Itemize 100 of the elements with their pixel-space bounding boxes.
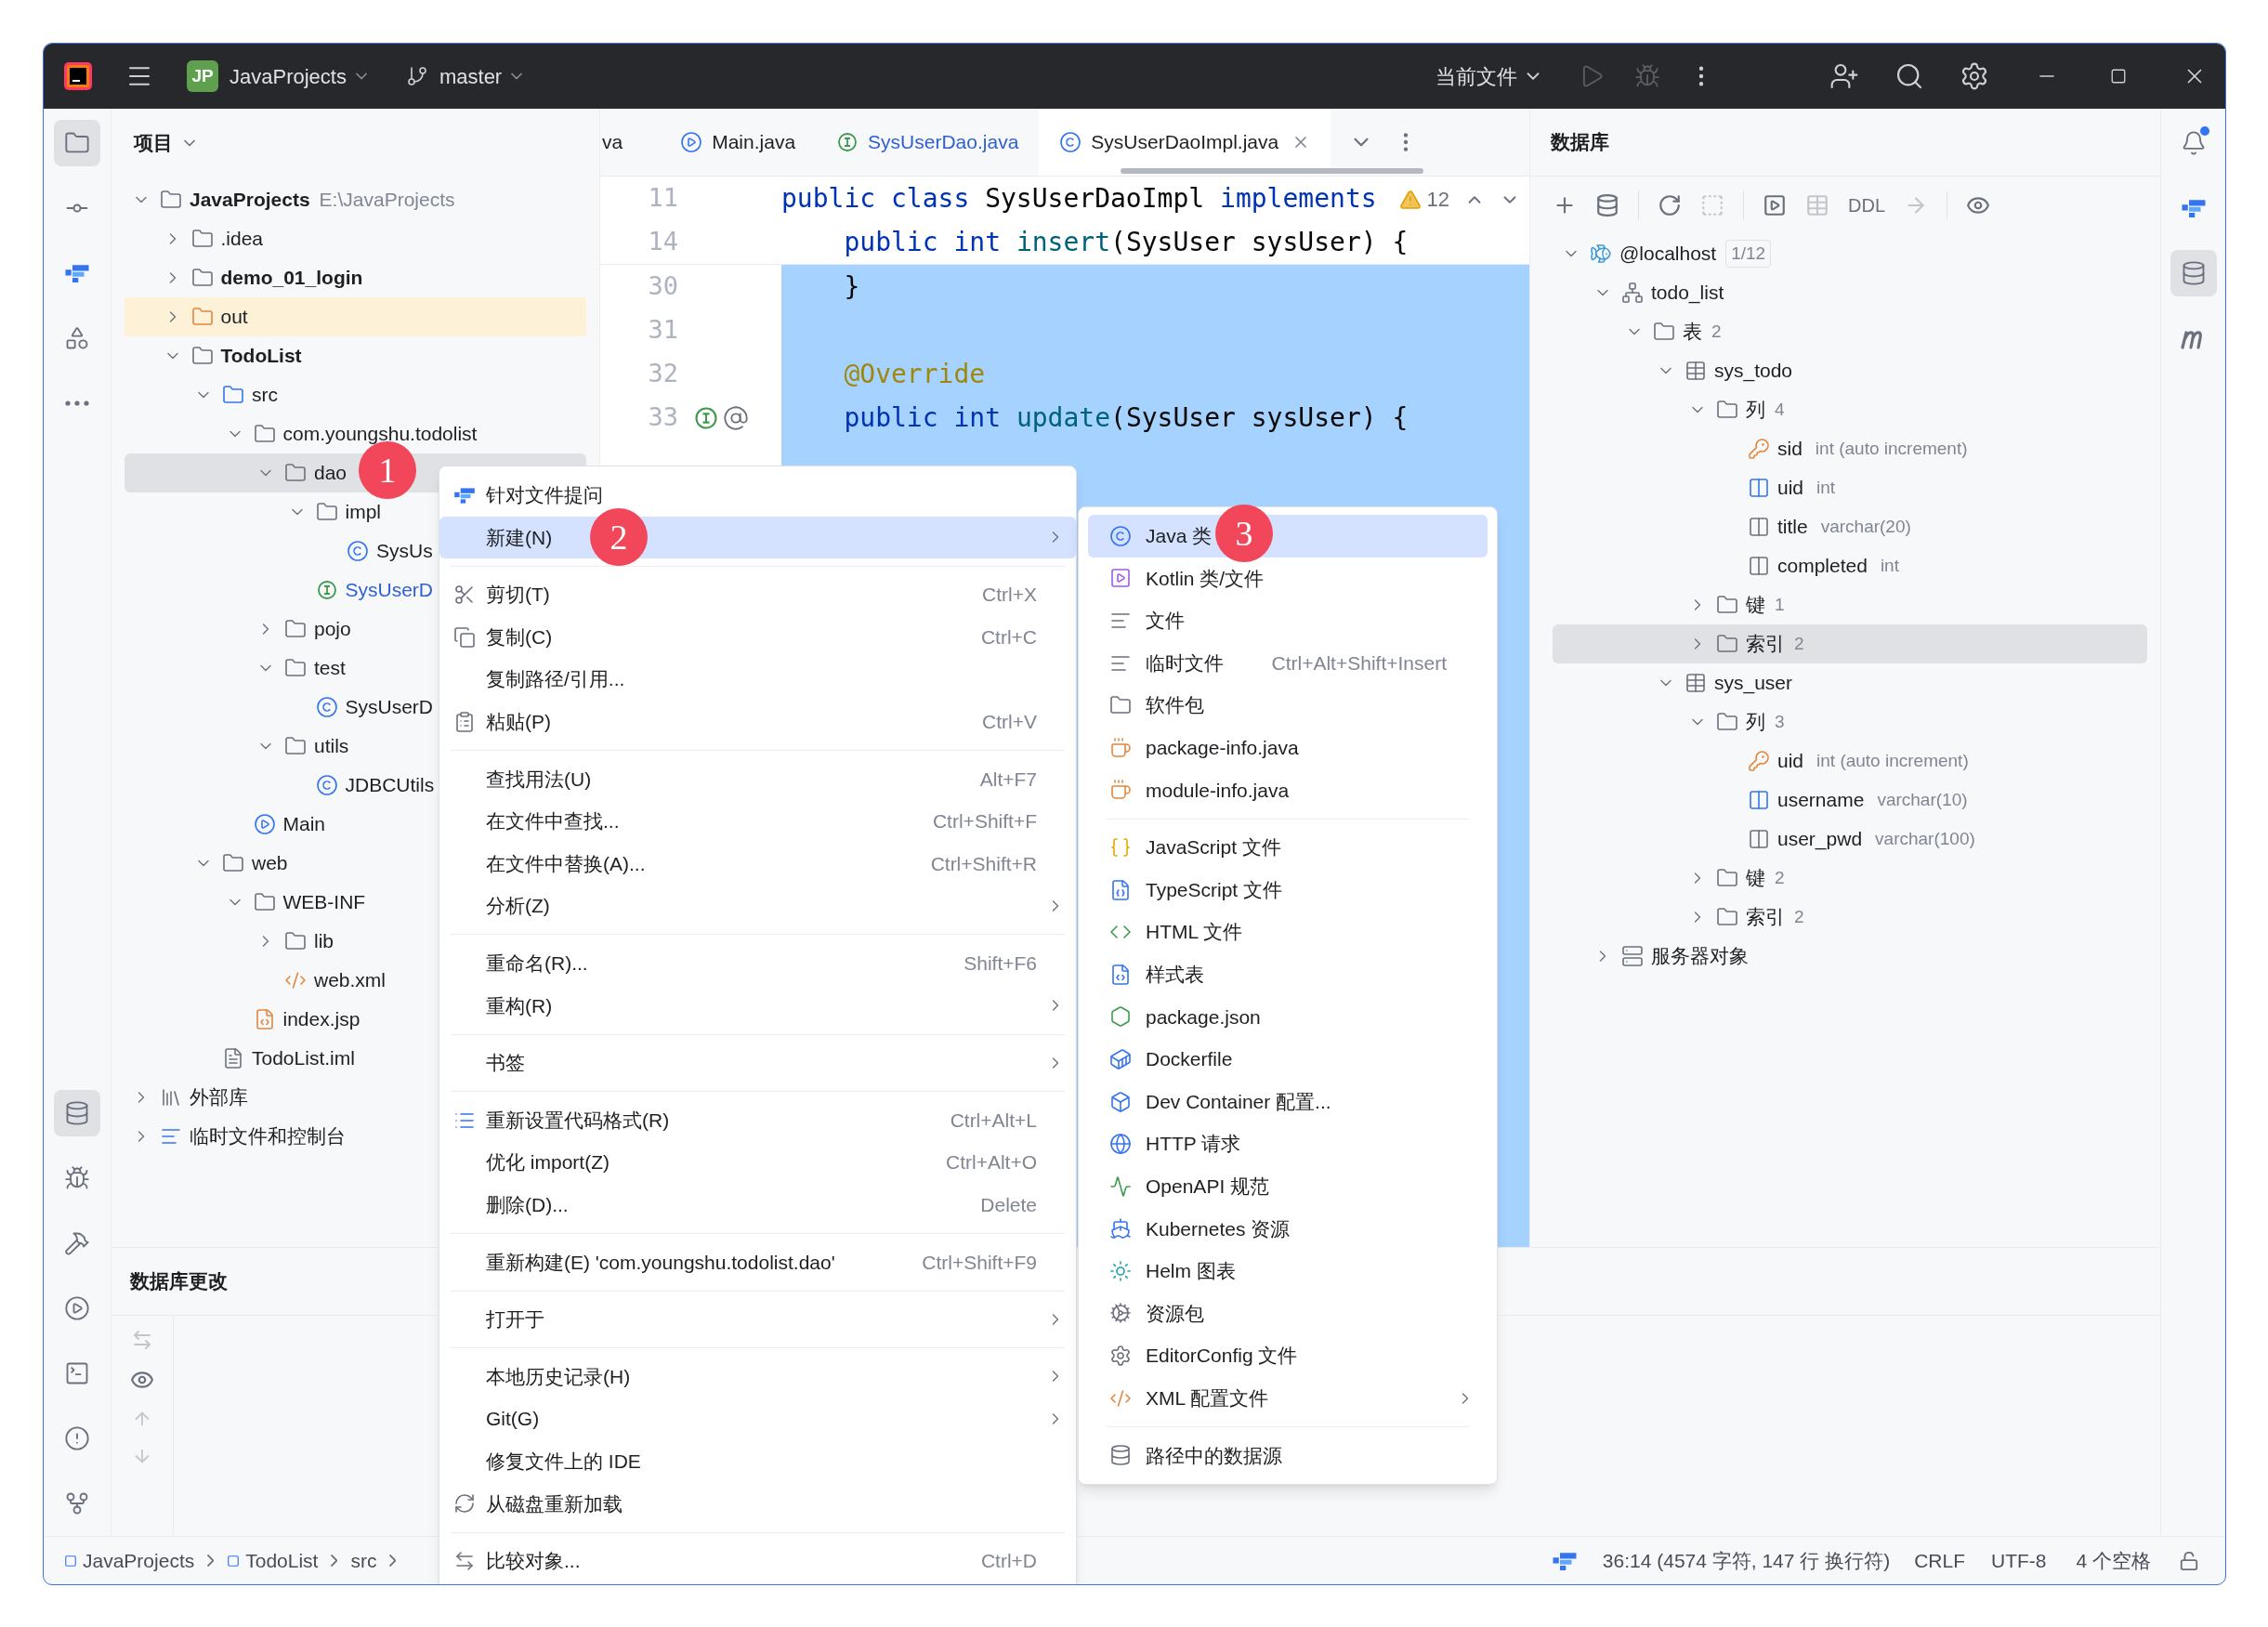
- tree-item[interactable]: 服务器对象: [1553, 937, 2147, 976]
- menu-item[interactable]: 软件包: [1088, 684, 1488, 727]
- tree-item[interactable]: user_pwd varchar(100): [1553, 820, 2147, 859]
- tree-item[interactable]: todo_list: [1553, 273, 2147, 312]
- menu-item[interactable]: 重命名(R)... Shift+F6: [439, 941, 1076, 985]
- tree-item[interactable]: sid int (auto increment): [1553, 429, 2147, 468]
- ddl-button[interactable]: DDL: [1848, 191, 1885, 219]
- editor-tab[interactable]: SysUserDaoImpl.java: [1039, 109, 1331, 176]
- panel-title: 项目: [134, 130, 173, 155]
- menu-item[interactable]: 从磁盘重新加载: [439, 1482, 1076, 1526]
- tree-item[interactable]: out: [125, 297, 586, 336]
- folder-icon: [253, 891, 276, 913]
- editor-tab[interactable]: va: [600, 109, 661, 176]
- tree-item[interactable]: 索引 2: [1553, 624, 2147, 663]
- menu-item[interactable]: package.json: [1088, 995, 1488, 1039]
- editor-tab[interactable]: SysUserDao.java: [816, 109, 1040, 176]
- menu-item[interactable]: Helm 图表: [1088, 1250, 1488, 1292]
- database-settings-icon[interactable]: [1595, 193, 1619, 217]
- tool-window-button[interactable]: [54, 120, 100, 166]
- menu-item[interactable]: 重新设置代码格式(R) Ctrl+Alt+L: [439, 1098, 1076, 1142]
- tree-item[interactable]: demo_01_login: [125, 258, 586, 297]
- menu-item[interactable]: 在文件中查找... Ctrl+Shift+F: [439, 800, 1076, 843]
- project-selector[interactable]: JP JavaProjects: [177, 54, 380, 98]
- breadcrumb[interactable]: JavaProjects: [83, 1545, 195, 1576]
- editor-tab[interactable]: Main.java: [660, 109, 817, 176]
- tree-item[interactable]: completed int: [1553, 546, 2147, 585]
- menu-item[interactable]: 优化 import(Z) Ctrl+Alt+O: [439, 1141, 1076, 1184]
- menu-item[interactable]: 复制路径/引用...: [439, 658, 1076, 701]
- tool-window-button[interactable]: [54, 1090, 100, 1136]
- menu-item[interactable]: 临时文件 Ctrl+Alt+Shift+Insert: [1088, 641, 1488, 685]
- tree-item[interactable]: uid int (auto increment): [1553, 741, 2147, 781]
- menu-item[interactable]: 查找用法(U) Alt+F7: [439, 757, 1076, 801]
- line-separator[interactable]: CRLF: [1914, 1545, 1965, 1576]
- tree-item[interactable]: 索引 2: [1553, 898, 2147, 937]
- menu-item[interactable]: 本地历史记录(H): [439, 1355, 1076, 1398]
- branch-selector[interactable]: master: [396, 54, 536, 98]
- menu-item[interactable]: 书签: [439, 1042, 1076, 1084]
- menu-item[interactable]: 分析(Z): [439, 885, 1076, 927]
- menu-item[interactable]: 重构(R): [439, 984, 1076, 1028]
- scrollbar-thumb[interactable]: [1121, 168, 1423, 174]
- menu-item[interactable]: Dockerfile: [1088, 1038, 1488, 1081]
- menu-item[interactable]: HTTP 请求: [1088, 1122, 1488, 1165]
- menu-item[interactable]: 文件: [1088, 599, 1488, 642]
- encoding[interactable]: UTF-8: [1991, 1545, 2047, 1576]
- menu-item[interactable]: OpenAPI 规范: [1088, 1164, 1488, 1208]
- tree-item[interactable]: @localhost 1/12: [1553, 234, 2147, 273]
- tree-item[interactable]: username varchar(10): [1553, 781, 2147, 820]
- tool-window-button[interactable]: [2170, 250, 2217, 296]
- menu-item[interactable]: JavaScript 文件: [1088, 826, 1488, 869]
- menu-item[interactable]: 打开于: [439, 1298, 1076, 1341]
- menu-item[interactable]: Kubernetes 资源: [1088, 1207, 1488, 1251]
- indent-setting[interactable]: 4 个空格: [2076, 1545, 2151, 1576]
- line-number: 14: [647, 226, 678, 258]
- menu-item[interactable]: 样式表: [1088, 952, 1488, 996]
- menu-item[interactable]: 剪切(T) Ctrl+X: [439, 573, 1076, 616]
- terminal-icon: [64, 1360, 90, 1386]
- tree-item[interactable]: 键 2: [1553, 859, 2147, 898]
- settings-icon[interactable]: [1960, 61, 1989, 91]
- maximize-icon[interactable]: [2110, 68, 2127, 85]
- tree-item[interactable]: 表 2: [1553, 312, 2147, 351]
- menu-item[interactable]: EditorConfig 文件: [1088, 1334, 1488, 1377]
- menu-item[interactable]: HTML 文件: [1088, 911, 1488, 953]
- warning-count[interactable]: 12: [1426, 184, 1449, 215]
- menu-item[interactable]: module-info.java: [1088, 768, 1488, 812]
- menu-item[interactable]: TypeScript 文件: [1088, 868, 1488, 912]
- tree-item[interactable]: TodoList: [125, 336, 586, 375]
- tree-item[interactable]: uid int: [1553, 468, 2147, 507]
- tree-item[interactable]: 列 3: [1553, 702, 2147, 741]
- breadcrumb[interactable]: src: [350, 1545, 377, 1576]
- tree-item[interactable]: 键 1: [1553, 585, 2147, 624]
- menu-item[interactable]: 比较对象... Ctrl+D: [439, 1540, 1076, 1582]
- tree-item[interactable]: .idea: [125, 219, 586, 258]
- menu-item[interactable]: 资源包: [1088, 1292, 1488, 1335]
- menu-item[interactable]: 粘贴(P) Ctrl+V: [439, 700, 1076, 743]
- console-icon[interactable]: [1763, 193, 1787, 217]
- tree-item[interactable]: sys_user: [1553, 663, 2147, 702]
- tree-item[interactable]: JavaProjects E:\JavaProjects: [125, 180, 586, 219]
- menu-item[interactable]: 在文件中替换(A)... Ctrl+Shift+R: [439, 842, 1076, 886]
- run-config-selector[interactable]: 当前文件: [1426, 54, 1553, 98]
- refresh-icon[interactable]: [1658, 193, 1682, 217]
- menu-item[interactable]: XML 配置文件: [1088, 1376, 1488, 1420]
- add-user-icon[interactable]: [1829, 61, 1859, 91]
- menu-item[interactable]: Git(G): [439, 1397, 1076, 1440]
- tree-item[interactable]: sys_todo: [1553, 351, 2147, 390]
- tree-item[interactable]: 列 4: [1553, 390, 2147, 429]
- menu-item[interactable]: package-info.java: [1088, 726, 1488, 769]
- caret-position[interactable]: 36:14 (4574 字符, 147 行 换行符): [1602, 1545, 1891, 1576]
- menu-item[interactable]: 复制(C) Ctrl+C: [439, 615, 1076, 659]
- menu-item[interactable]: Dev Container 配置...: [1088, 1080, 1488, 1123]
- debug-icon[interactable]: [1634, 63, 1660, 89]
- menu-item[interactable]: 删除(D)... Delete: [439, 1183, 1076, 1227]
- folder-icon: [1716, 594, 1738, 616]
- menu-item[interactable]: 修复文件上的 IDE: [439, 1439, 1076, 1483]
- search-icon[interactable]: [1894, 61, 1924, 91]
- menu-item[interactable]: 重新构建(E) 'com.youngshu.todolist.dao' Ctrl+Shift+F9: [439, 1240, 1076, 1284]
- menu-item[interactable]: 路径中的数据源: [1088, 1434, 1488, 1477]
- lock-open-icon[interactable]: [2179, 1550, 2199, 1571]
- tree-item[interactable]: title varchar(20): [1553, 507, 2147, 546]
- breadcrumb[interactable]: TodoList: [245, 1545, 319, 1576]
- tree-item[interactable]: src: [125, 375, 586, 414]
